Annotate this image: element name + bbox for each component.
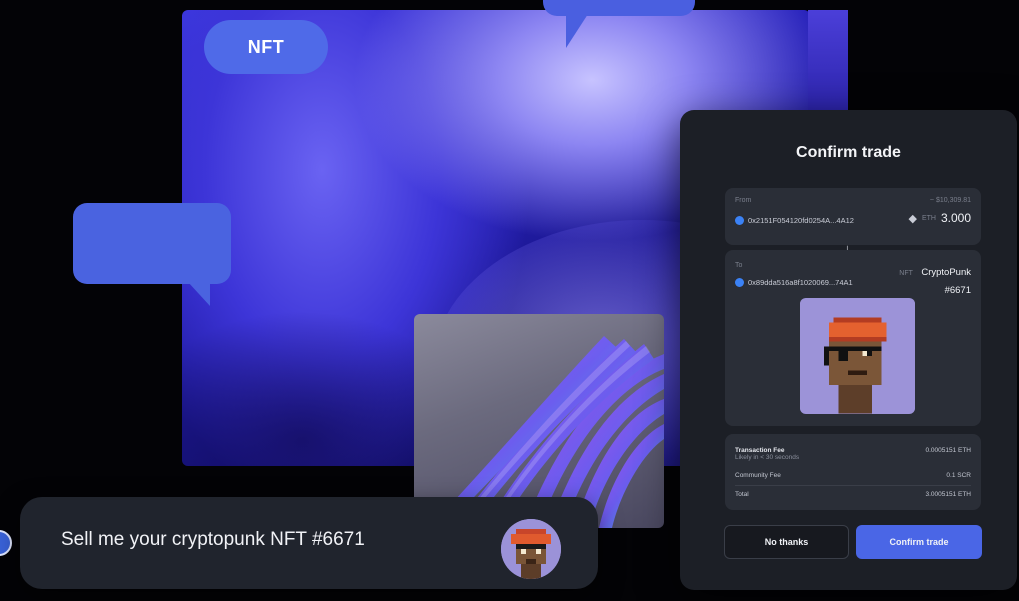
cryptopunk-avatar[interactable] bbox=[501, 519, 561, 579]
nft-image bbox=[800, 298, 915, 414]
to-asset: NFT CryptoPunk #6671 bbox=[899, 262, 971, 298]
confirm-trade-panel: Confirm trade From ~ $10,309.81 0x2151F0… bbox=[680, 110, 1017, 590]
to-address-row: 0x89dda516a8f1020069...74A1 bbox=[735, 278, 853, 287]
from-token-symbol: ETH bbox=[921, 214, 936, 222]
wallet-icon bbox=[735, 216, 744, 225]
to-token-symbol: NFT bbox=[899, 270, 913, 277]
no-thanks-button[interactable]: No thanks bbox=[724, 525, 849, 559]
transaction-fee-label: Transaction Fee bbox=[735, 447, 785, 454]
confirm-trade-button[interactable]: Confirm trade bbox=[856, 525, 982, 559]
nft-speech-bubble: NFT bbox=[204, 20, 328, 74]
cryptopunk-avatar-icon bbox=[501, 519, 561, 579]
assistant-avatar-icon bbox=[0, 530, 12, 556]
from-card: From ~ $10,309.81 0x2151F054120fd0254A..… bbox=[725, 188, 981, 245]
panel-title: Confirm trade bbox=[796, 144, 901, 161]
from-amount: 3.000 bbox=[940, 211, 971, 225]
chat-message-bar: Sell me your cryptopunk NFT #6671 bbox=[20, 497, 598, 589]
feather-artwork bbox=[414, 314, 664, 528]
wallet-icon bbox=[735, 278, 744, 287]
fees-divider bbox=[735, 485, 971, 486]
speech-bubble-left bbox=[73, 203, 231, 284]
total-label: Total bbox=[735, 491, 749, 498]
community-fee-value: 0.1 SCR bbox=[946, 472, 971, 479]
feather-fan-graphic bbox=[429, 336, 664, 528]
transaction-fee-row: Transaction Fee Likely in < 30 seconds 0… bbox=[735, 447, 971, 461]
to-nft-number: #6671 bbox=[944, 285, 971, 296]
speech-bubble-left-tail bbox=[188, 282, 210, 306]
total-value: 3.0005151 ETH bbox=[925, 491, 971, 498]
community-fee-label: Community Fee bbox=[735, 472, 781, 479]
transaction-fee-value: 0.0005151 ETH bbox=[925, 447, 971, 454]
from-address-row: 0x2151F054120fd0254A...4A12 bbox=[735, 216, 854, 225]
from-address: 0x2151F054120fd0254A...4A12 bbox=[748, 216, 854, 225]
total-row: Total 3.0005151 ETH bbox=[735, 491, 971, 498]
to-label: To bbox=[735, 262, 743, 269]
fees-card: Transaction Fee Likely in < 30 seconds 0… bbox=[725, 434, 981, 510]
to-nft-name: CryptoPunk bbox=[921, 267, 971, 278]
background-artwork-strip bbox=[808, 10, 848, 120]
chat-message-text: Sell me your cryptopunk NFT #6671 bbox=[61, 529, 365, 550]
community-fee-row: Community Fee 0.1 SCR bbox=[735, 472, 971, 479]
to-card: To 0x89dda516a8f1020069...74A1 NFT Crypt… bbox=[725, 250, 981, 426]
from-amount-row: ◆ ETH 3.000 bbox=[909, 211, 972, 225]
from-balance: ~ $10,309.81 bbox=[929, 197, 971, 204]
from-label: From bbox=[735, 197, 752, 204]
transaction-fee-note: Likely in < 30 seconds bbox=[735, 454, 800, 461]
ethereum-icon: ◆ bbox=[908, 212, 917, 225]
to-address: 0x89dda516a8f1020069...74A1 bbox=[748, 278, 853, 287]
cryptopunk-icon bbox=[800, 298, 915, 414]
speech-bubble-top-tail bbox=[566, 14, 588, 48]
